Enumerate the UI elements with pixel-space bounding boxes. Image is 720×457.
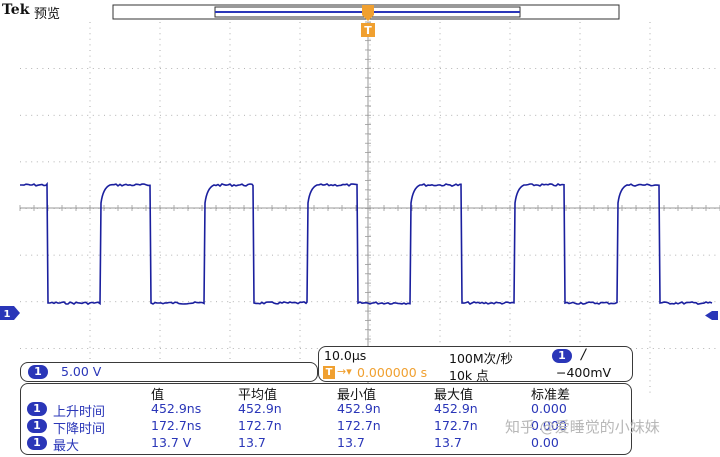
measurement-value: 452.9n [337, 401, 381, 416]
channel-badge: 1 [27, 436, 47, 450]
timebase-box[interactable]: 10.0µs 100M次/秒 1 / T →▾ 0.000000 s 10k 点… [318, 346, 633, 383]
channel-badge: 1 [27, 402, 47, 416]
horizontal-position: 0.000000 s [357, 365, 428, 380]
brand-logo: Tek [2, 2, 30, 18]
horizontal-scale: 10.0µs [324, 348, 367, 363]
position-marker: T [323, 366, 335, 379]
measurement-value: 172.7n [434, 418, 478, 433]
watermark: 知乎 @爱睡觉的小妹妹 [505, 418, 660, 436]
measurement-name: 最大 [53, 439, 80, 454]
record-length: 10k 点 [449, 368, 489, 383]
trigger-level-marker[interactable] [705, 311, 718, 320]
svg-text:1: 1 [4, 309, 11, 320]
measurement-value: 0.00 [531, 435, 559, 450]
channel-scale-value: 5.00 V [61, 364, 102, 379]
channel-1-badge: 1 [28, 365, 48, 379]
measurement-value: 13.7 [434, 435, 462, 450]
channel-1-ground-marker[interactable]: 1 [0, 306, 20, 320]
graticule [19, 21, 720, 396]
measurement-value: 452.9ns [151, 401, 202, 416]
measurement-value: 172.7ns [151, 418, 202, 433]
channel-scale-box[interactable]: 1 5.00 V [20, 362, 318, 382]
measurement-value: 172.7n [337, 418, 381, 433]
measurement-value: 172.7n [238, 418, 282, 433]
trigger-marker-label: T [364, 24, 372, 37]
measurement-value: 452.9n [238, 401, 282, 416]
trigger-slope-icon: / [581, 347, 586, 363]
trigger-source-badge: 1 [552, 349, 572, 363]
trigger-level: −400mV [556, 365, 612, 380]
measurement-value: 13.7 [238, 435, 266, 450]
measurement-value: 13.7 V [151, 435, 192, 450]
measurement-value: 452.9n [434, 401, 478, 416]
channel-1-waveform [20, 181, 713, 306]
scope-header: Tek 预览 [0, 0, 720, 22]
measurement-value: 0.000 [531, 401, 567, 416]
channel-badge: 1 [27, 419, 47, 433]
position-arrow: →▾ [337, 365, 352, 378]
measurement-value: 13.7 [337, 435, 365, 450]
acquisition-mode: 预览 [34, 7, 61, 22]
